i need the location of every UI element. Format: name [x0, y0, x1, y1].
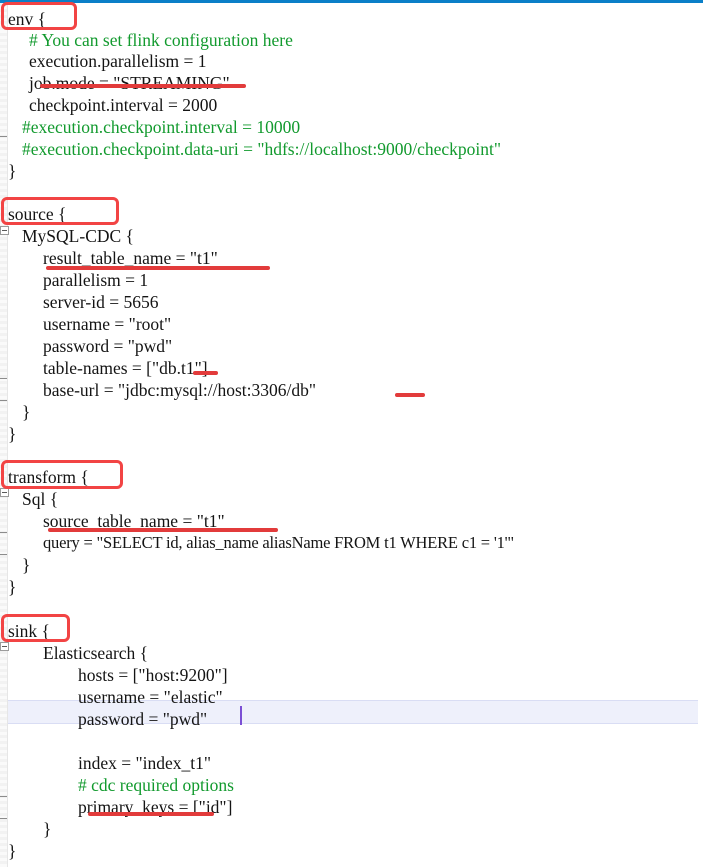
code-line[interactable]: password = "pwd": [8, 334, 703, 358]
code-line[interactable]: base-url = "jdbc:mysql://host:3306/db": [8, 378, 703, 402]
code-fold-line-dash-icon: [0, 532, 7, 533]
code-line[interactable]: }: [8, 400, 703, 424]
editor-gutter-strip[interactable]: [0, 3, 8, 867]
code-line[interactable]: }: [8, 817, 703, 841]
code-editor-root: env {# You can set flink configuration h…: [0, 0, 703, 867]
code-line[interactable]: }: [8, 575, 703, 599]
code-line[interactable]: server-id = 5656: [8, 290, 703, 314]
code-line[interactable]: Sql {: [8, 487, 703, 511]
code-line[interactable]: }: [8, 159, 703, 183]
code-line[interactable]: hosts = ["host:9200"]: [8, 663, 703, 687]
code-line[interactable]: source_table_name = "t1": [8, 509, 703, 533]
code-line[interactable]: #execution.checkpoint.data-uri = "hdfs:/…: [8, 137, 703, 161]
code-fold-line-dash-icon: [0, 554, 7, 555]
code-fold-line-dash-icon: [0, 136, 7, 137]
code-line[interactable]: username = "elastic": [8, 685, 703, 709]
code-line[interactable]: execution.parallelism = 1: [8, 49, 703, 73]
code-fold-line-dash-icon: [0, 796, 7, 797]
code-line[interactable]: Elasticsearch {: [8, 641, 703, 665]
code-line[interactable]: #execution.checkpoint.interval = 10000: [8, 115, 703, 139]
code-line[interactable]: # cdc required options: [8, 773, 703, 797]
code-fold-toggle-icon[interactable]: [0, 488, 9, 497]
text-caret: [240, 706, 242, 725]
code-line[interactable]: result_table_name = "t1": [8, 246, 703, 270]
code-line[interactable]: primary_keys = ["id"]: [8, 795, 703, 819]
code-fold-line-dash-icon: [0, 378, 7, 379]
code-line[interactable]: [8, 729, 703, 753]
code-line[interactable]: query = "SELECT id, alias_name aliasName…: [8, 531, 703, 555]
code-line[interactable]: index = "index_t1": [8, 751, 703, 775]
code-line[interactable]: }: [8, 553, 703, 577]
code-fold-toggle-icon[interactable]: [0, 226, 9, 235]
top-accent-bar: [0, 0, 703, 3]
code-line[interactable]: }: [8, 422, 703, 446]
code-line[interactable]: [8, 597, 703, 621]
code-line[interactable]: job.mode = "STREAMING": [8, 71, 703, 95]
code-line[interactable]: checkpoint.interval = 2000: [8, 93, 703, 117]
code-line[interactable]: parallelism = 1: [8, 268, 703, 292]
code-line[interactable]: MySQL-CDC {: [8, 224, 703, 248]
code-line[interactable]: table-names = ["db.t1"]: [8, 356, 703, 380]
code-line[interactable]: sink {: [8, 619, 703, 643]
code-fold-line-dash-icon: [0, 400, 7, 401]
code-fold-toggle-icon[interactable]: [0, 642, 9, 651]
code-surface[interactable]: env {# You can set flink configuration h…: [8, 3, 703, 867]
code-line[interactable]: username = "root": [8, 312, 703, 336]
code-line[interactable]: source {: [8, 202, 703, 226]
code-line[interactable]: password = "pwd": [8, 707, 703, 731]
code-fold-line-dash-icon: [0, 818, 7, 819]
code-line[interactable]: }: [8, 839, 703, 863]
code-line[interactable]: transform {: [8, 465, 703, 489]
